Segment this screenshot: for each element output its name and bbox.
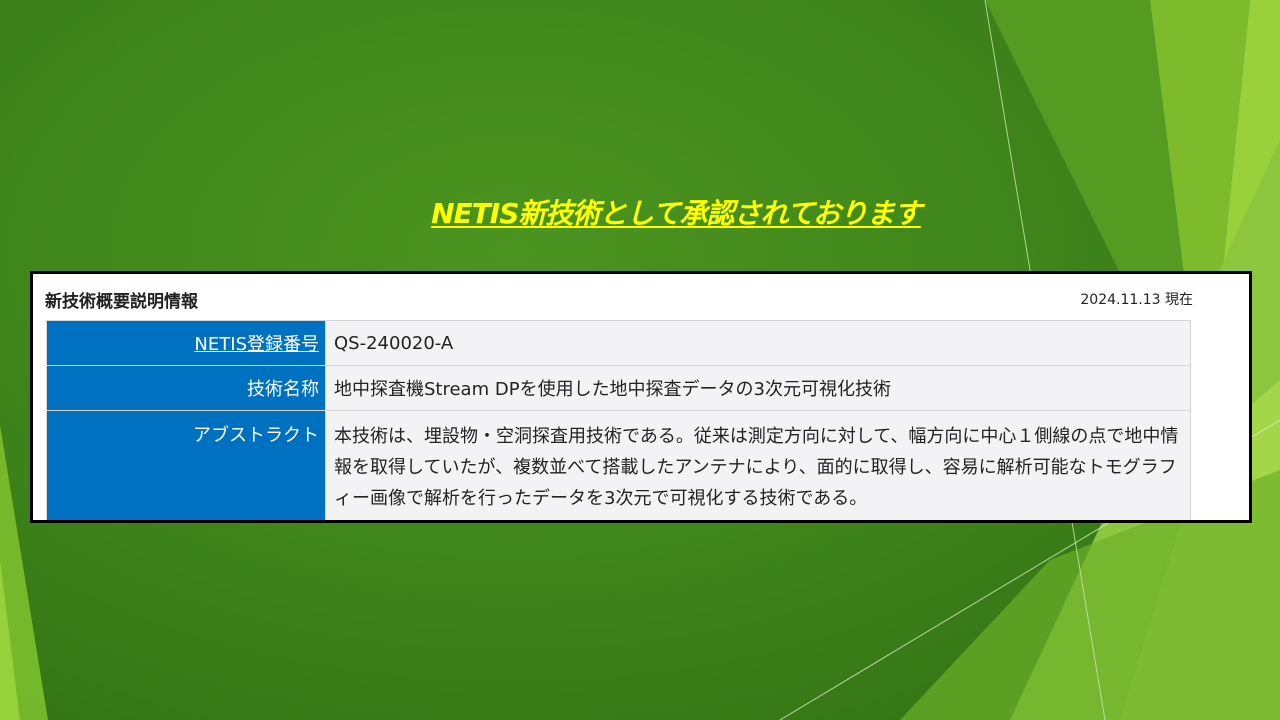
- netis-number-link[interactable]: NETIS登録番号: [194, 334, 319, 355]
- tech-name-value: 地中探査機Stream DPを使用した地中探査データの3次元可視化技術: [325, 365, 1191, 411]
- panel-title: 新技術概要説明情報: [45, 292, 198, 312]
- info-table: NETIS登録番号 QS-240020-A 技術名称 地中探査機Stream D…: [46, 320, 1191, 520]
- tech-info-panel: 新技術概要説明情報 2024.11.13 現在 NETIS登録番号 QS-240…: [30, 271, 1252, 523]
- abstract-value: 本技術は、埋設物・空洞探査用技術である。従来は測定方向に対して、幅方向に中心１側…: [325, 410, 1191, 520]
- as-of-date: 2024.11.13 現在: [1080, 292, 1193, 308]
- panel-header: 新技術概要説明情報 2024.11.13 現在: [33, 274, 1249, 320]
- netis-number-value: QS-240020-A: [325, 320, 1191, 366]
- table-row: アブストラクト 本技術は、埋設物・空洞探査用技術である。従来は測定方向に対して、…: [46, 410, 1191, 520]
- slide-title: NETIS新技術として承認されております: [431, 197, 922, 230]
- row-label: 技術名称: [46, 365, 326, 411]
- row-label: NETIS登録番号: [46, 320, 326, 366]
- row-label: アブストラクト: [46, 410, 326, 520]
- table-row: NETIS登録番号 QS-240020-A: [46, 320, 1191, 366]
- table-row: 技術名称 地中探査機Stream DPを使用した地中探査データの3次元可視化技術: [46, 365, 1191, 411]
